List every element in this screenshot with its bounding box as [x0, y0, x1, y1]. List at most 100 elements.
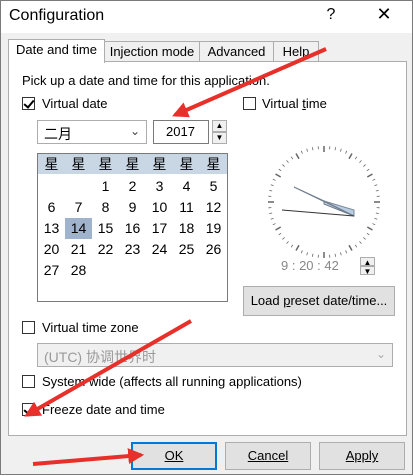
virtual-timezone-checkbox[interactable] [22, 321, 35, 334]
calendar-day[interactable]: 28 [65, 260, 92, 281]
clock-tick [312, 147, 313, 150]
clock-tick [367, 169, 369, 171]
calendar-day[interactable]: 25 [173, 239, 200, 260]
time-down-button[interactable]: ▼ [360, 266, 375, 275]
calendar-day[interactable]: 17 [146, 218, 173, 239]
clock-tick [340, 149, 341, 152]
chevron-down-icon: ⌄ [130, 124, 140, 138]
calendar-day[interactable]: 10 [146, 197, 173, 218]
weekday-header: 星 [173, 154, 200, 175]
clock-tick [346, 151, 347, 154]
virtual-timezone-label: Virtual time zone [42, 320, 139, 335]
calendar-day[interactable]: 1 [92, 176, 119, 197]
clock-tick [282, 237, 284, 239]
timezone-select[interactable]: (UTC) 协调世界时 ⌄ [37, 343, 393, 367]
calendar-day[interactable]: 21 [65, 239, 92, 260]
calendar-day[interactable]: 7 [65, 197, 92, 218]
clock-tick [312, 254, 313, 257]
month-select[interactable]: 二月 ⌄ [37, 120, 147, 144]
calendar-day[interactable]: 3 [146, 176, 173, 197]
tab-advanced[interactable]: Advanced [199, 41, 274, 62]
calendar-grid[interactable]: 星星星星星星星123456789101112131415161718192021… [37, 153, 228, 302]
weekday-header: 星 [119, 154, 146, 175]
clock-tick [291, 157, 293, 159]
clock-tick [367, 227, 372, 230]
calendar-day[interactable]: 8 [92, 197, 119, 218]
date-time-panel: Pick up a date and time for this applica… [8, 61, 407, 436]
calendar-day[interactable]: 9 [119, 197, 146, 218]
clock-tick [376, 213, 379, 214]
calendar-day[interactable]: 13 [38, 218, 65, 239]
calendar-day[interactable]: 11 [173, 197, 200, 218]
calendar-day[interactable]: 4 [173, 176, 200, 197]
calendar-day[interactable]: 23 [119, 239, 146, 260]
calendar-day[interactable]: 20 [38, 239, 65, 260]
clock-tick [296, 245, 299, 250]
clock-tick [349, 154, 352, 159]
timezone-select-value: (UTC) 协调世界时 [44, 347, 156, 367]
weekday-header: 星 [65, 154, 92, 175]
clock-tick [307, 149, 308, 152]
clock-tick [287, 241, 289, 243]
time-up-button[interactable]: ▲ [360, 257, 375, 266]
calendar-day[interactable]: 24 [146, 239, 173, 260]
clock-tick [291, 245, 293, 247]
analog-clock [264, 142, 384, 262]
clock-tick [372, 179, 375, 180]
annotation-arrow-ok [33, 455, 141, 464]
virtual-date-checkbox[interactable] [22, 97, 35, 110]
ok-button[interactable]: OK [131, 442, 217, 470]
virtual-time-label: Virtual time [262, 96, 327, 111]
close-icon[interactable]: ✕ [373, 4, 395, 25]
window-title: Configuration [9, 7, 104, 25]
freeze-checkbox[interactable] [22, 403, 35, 416]
calendar-day[interactable]: 16 [119, 218, 146, 239]
ok-button-label: OK [165, 448, 184, 463]
clock-tick [349, 245, 352, 250]
freeze-label: Freeze date and time [42, 402, 165, 417]
calendar-day[interactable]: 6 [38, 197, 65, 218]
calendar-day[interactable]: 27 [38, 260, 65, 281]
tab-date-and-time[interactable]: Date and time [8, 39, 105, 63]
year-input[interactable]: 2017 [153, 120, 209, 144]
clock-tick [335, 254, 336, 257]
calendar-day[interactable]: 2 [119, 176, 146, 197]
help-icon[interactable]: ? [323, 6, 339, 24]
calendar-day[interactable]: 5 [200, 176, 227, 197]
tab-help[interactable]: Help [273, 41, 319, 62]
month-select-value: 二月 [44, 124, 72, 144]
calendar-day[interactable]: 22 [92, 239, 119, 260]
calendar-day[interactable]: 15 [92, 218, 119, 239]
clock-tick [301, 250, 302, 253]
calendar-day[interactable]: 18 [173, 218, 200, 239]
calendar-day[interactable]: 19 [200, 218, 227, 239]
configuration-window: Configuration ? ✕ Date and time Injectio… [0, 0, 413, 475]
clock-tick [374, 185, 377, 186]
system-wide-checkbox[interactable] [22, 375, 35, 388]
chevron-down-icon: ⌄ [376, 347, 386, 361]
year-down-button[interactable]: ▼ [212, 132, 227, 144]
time-readout: 9 : 20 : 42 [281, 258, 339, 273]
clock-tick [355, 245, 357, 247]
virtual-time-checkbox[interactable] [243, 97, 256, 110]
system-wide-label: System wide (affects all running applica… [42, 374, 302, 389]
apply-button[interactable]: Apply [319, 442, 405, 470]
clock-tick [359, 241, 361, 243]
tab-injection-mode[interactable]: Injection mode [104, 41, 200, 62]
load-preset-button[interactable]: Load preset date/time... [243, 286, 395, 316]
weekday-header: 星 [38, 154, 65, 175]
year-up-button[interactable]: ▲ [212, 120, 227, 132]
calendar-day[interactable]: 12 [200, 197, 227, 218]
clock-tick [287, 160, 289, 162]
calendar-day[interactable]: 26 [200, 239, 227, 260]
cancel-button[interactable]: Cancel [225, 442, 311, 470]
clock-tick [276, 227, 281, 230]
clock-tick [273, 224, 276, 225]
clock-tick [374, 218, 377, 219]
clock-tick [271, 185, 274, 186]
clock-tick [279, 169, 281, 171]
clock-tick [367, 233, 369, 235]
calendar-day-selected[interactable]: 14 [65, 218, 92, 239]
cancel-button-label: Cancel [248, 448, 288, 463]
clock-tick [363, 165, 365, 167]
